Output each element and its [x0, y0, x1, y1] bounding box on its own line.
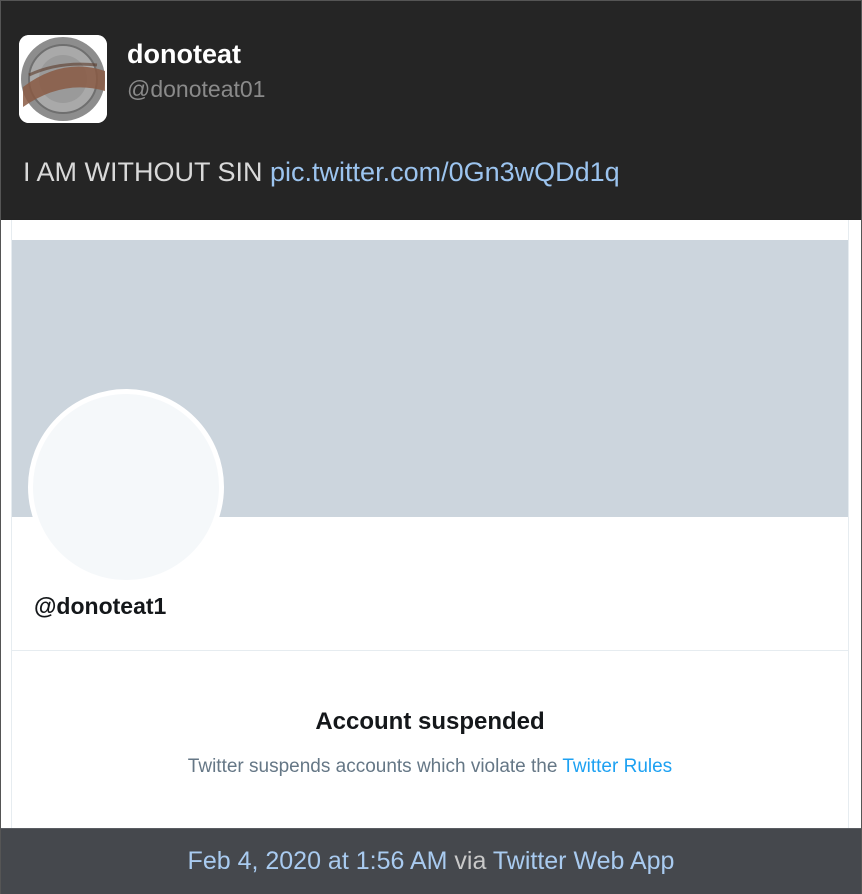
tweet-footer: Feb 4, 2020 at 1:56 AM via Twitter Web A…	[1, 828, 861, 894]
display-name[interactable]: donoteat	[127, 39, 241, 70]
tweet-timestamp[interactable]: Feb 4, 2020 at 1:56 AM	[188, 847, 448, 875]
tweet-card: donoteat @donoteat01 I AM WITHOUT SIN pi…	[0, 0, 862, 894]
divider	[12, 650, 848, 651]
user-handle[interactable]: @donoteat01	[127, 76, 265, 103]
source-app-link[interactable]: Twitter Web App	[493, 847, 675, 875]
suspended-subtitle-text: Twitter suspends accounts which violate …	[187, 756, 558, 777]
tweet-body: I AM WITHOUT SIN	[23, 157, 263, 187]
tweet-media[interactable]: @donoteat1 Account suspended Twitter sus…	[1, 220, 861, 828]
profile-avatar-placeholder	[28, 389, 224, 585]
suspended-handle: @donoteat1	[34, 593, 167, 619]
tweet-header: donoteat @donoteat01 I AM WITHOUT SIN pi…	[1, 1, 861, 219]
suspended-title: Account suspended	[315, 708, 545, 735]
via-label: via	[454, 847, 487, 875]
avatar[interactable]	[19, 35, 107, 123]
twitter-rules-link: Twitter Rules	[562, 756, 673, 777]
tweet-media-link[interactable]: pic.twitter.com/0Gn3wQDd1q	[270, 157, 620, 187]
suspended-subtitle: Twitter suspends accounts which violate …	[12, 756, 848, 778]
coin-avatar-icon	[19, 35, 107, 123]
suspended-profile-screenshot: @donoteat1 Account suspended Twitter sus…	[11, 220, 849, 828]
tweet-text: I AM WITHOUT SIN pic.twitter.com/0Gn3wQD…	[23, 157, 620, 188]
